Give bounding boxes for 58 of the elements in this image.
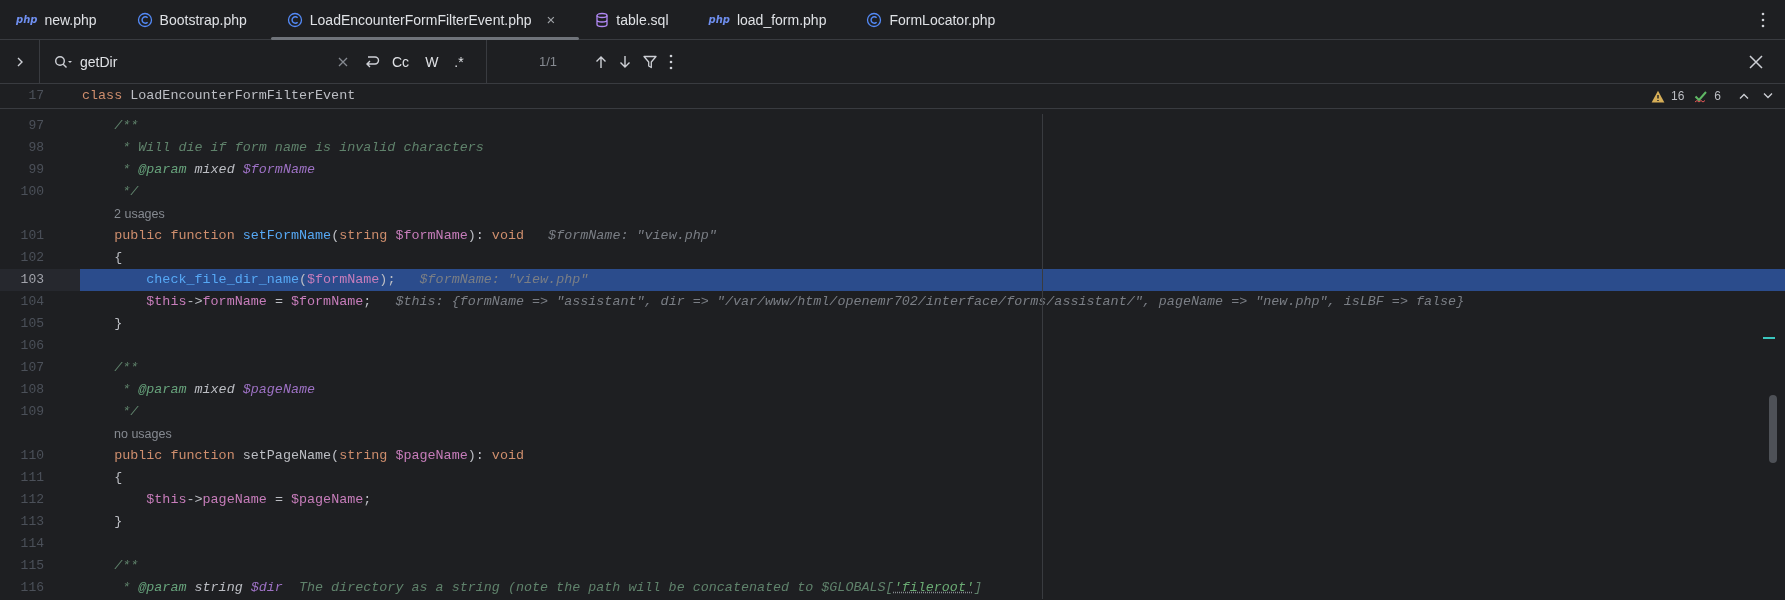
next-highlight-icon[interactable] [1763,92,1773,100]
code-line: */ [121,403,140,421]
previous-occurrence-icon[interactable] [595,54,608,69]
warning-icon [1650,89,1665,103]
wrap-arrow-icon[interactable] [364,54,380,69]
close-icon[interactable] [1749,54,1763,69]
code-line: } [113,315,124,333]
code-line: { [113,469,124,487]
search-field[interactable]: getDir [80,53,330,70]
filter-icon[interactable] [643,54,658,69]
more-options-icon[interactable] [669,53,674,70]
close-tab-button[interactable]: × [546,11,556,28]
usages-link[interactable]: 2 usages [114,207,165,221]
code-line: } [113,513,124,531]
code-line: /** [113,557,140,575]
usages-link[interactable]: no usages [114,427,172,441]
editor-tab[interactable]: LoadEncounterFormFilterEvent.php × [270,0,580,39]
database-icon [595,11,610,28]
code-line: * @param string $dir The directory as a string (note the path will be concatenated to $GLOBALS['fileroot'] [121,579,984,597]
editor-tab[interactable]: php new.php [0,0,121,39]
code-line: /** [113,117,140,135]
code-line: $this->pageName = $pageName; [145,491,373,509]
class-icon [866,11,883,28]
code-line: /** [113,359,140,377]
clear-search-icon[interactable] [338,56,348,67]
search-icon[interactable] [54,54,72,69]
code-line: public function setFormName(string $formName): void $formName: "view.php" [113,227,718,245]
change-marker [1763,337,1775,339]
class-icon [286,11,303,28]
expand-chevron-icon[interactable] [15,55,24,68]
search-option-toggle[interactable]: W [421,51,443,72]
php-file-icon: php [708,14,730,25]
checkmark-icon [1694,89,1709,103]
line-number: 103 [0,269,80,291]
code-line: public function setPageName(string $pageName): void [113,447,525,465]
code-line: class LoadEncounterFormFilterEvent [81,87,357,105]
scrollbar-thumb[interactable] [1769,395,1777,463]
code-line: { [113,249,124,267]
class-icon [136,11,153,28]
code-line: $this->formName = $formName; $this: {formName => "assistant", dir => "/var/www/html/openemr702/interface/forms/assistant/", pageName => "new.php", isLBF => false} [145,293,1466,311]
editor-tab[interactable]: table.sql [579,0,693,39]
more-options-icon[interactable] [1761,11,1765,28]
search-option-toggle[interactable]: Cc [388,51,414,72]
code-line: * Will die if form name is invalid characters [121,139,485,157]
previous-highlight-icon[interactable] [1739,92,1749,100]
code-line: check_file_dir_name($formName); $formName: "view.php" [145,271,590,289]
warning-count: 16 [1670,89,1685,103]
code-line: * @param mixed $pageName [121,381,317,399]
code-line: * @param mixed $formName [121,161,317,179]
search-option-toggle[interactable]: .* [450,51,468,72]
editor-tab[interactable]: FormLocator.php [850,0,1020,39]
editor-tab[interactable]: php load_form.php [692,0,851,39]
code-line: */ [121,183,140,201]
next-occurrence-icon[interactable] [619,54,632,69]
editor-tab[interactable]: Bootstrap.php [120,0,271,39]
typo-count: 6 [1714,89,1721,103]
match-count: 1/1 [539,54,558,69]
php-file-icon: php [16,14,38,25]
